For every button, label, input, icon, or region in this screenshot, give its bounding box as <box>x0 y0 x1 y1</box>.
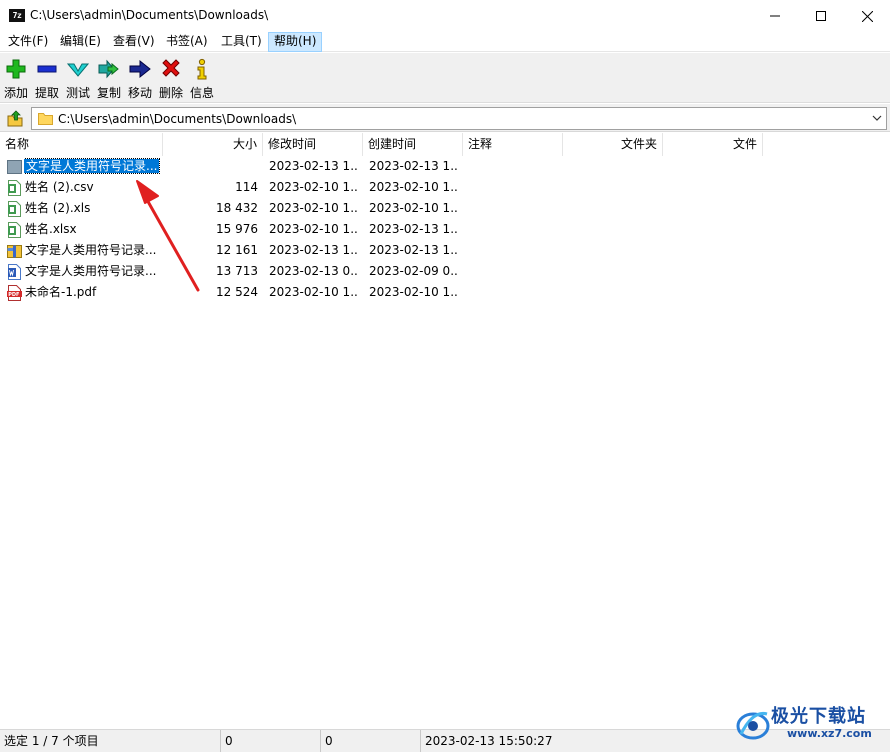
watermark-url: www.xz7.com <box>787 727 872 740</box>
watermark: 极光下载站 www.xz7.com <box>735 700 887 748</box>
watermark-text: 极光下载站 <box>771 706 866 727</box>
annotation-arrow <box>136 180 200 292</box>
status-size: 0 <box>221 730 321 752</box>
status-packed: 0 <box>321 730 421 752</box>
status-selection: 选定 1 / 7 个项目 <box>0 730 221 752</box>
watermark-logo-icon <box>736 711 770 740</box>
status-datetime: 2023-02-13 15:50:27 <box>425 734 553 748</box>
